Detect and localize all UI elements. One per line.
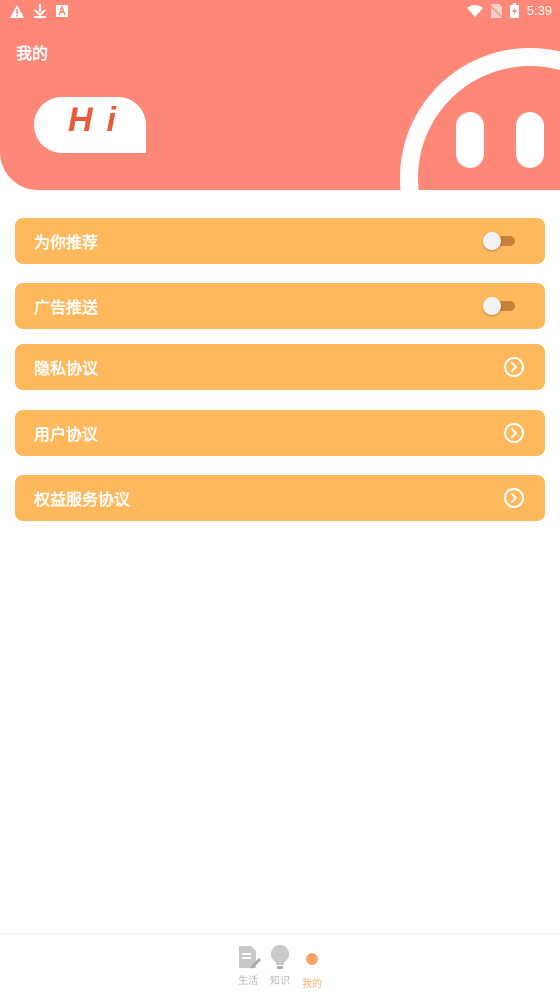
ad-push-toggle[interactable] xyxy=(483,297,517,315)
menu-item-label: 为你推荐 xyxy=(34,233,99,252)
nav-tab-label: 我的 xyxy=(302,979,322,990)
mascot-eye-left xyxy=(456,112,484,168)
status-bar: 5:39 xyxy=(0,0,560,24)
menu-item-label: 隐私协议 xyxy=(34,359,99,378)
menu-item-label: 权益服务协议 xyxy=(34,490,131,509)
lightbulb-icon xyxy=(271,945,289,969)
nav-tab-label: 生活 xyxy=(238,976,258,987)
dot-icon xyxy=(306,953,318,965)
menu-item-label: 用户协议 xyxy=(34,425,99,444)
recommend-toggle[interactable] xyxy=(483,232,517,250)
status-time: 5:39 xyxy=(526,3,552,18)
warning-icon xyxy=(10,4,24,18)
nav-tab-mine[interactable]: 我的 xyxy=(297,944,327,990)
profile-header: 5:39 我的 Hi xyxy=(0,0,560,190)
greeting-bubble: Hi xyxy=(34,97,146,153)
nav-tab-life[interactable]: 生活 xyxy=(233,944,263,987)
bottom-nav: 生活 知识 我的 xyxy=(0,933,560,995)
document-edit-icon xyxy=(239,946,261,969)
download-icon xyxy=(34,4,46,18)
menu-item-benefits-agreement[interactable]: 权益服务协议 xyxy=(15,475,545,521)
mascot-eye-right xyxy=(516,112,544,168)
chevron-right-icon xyxy=(504,488,524,508)
menu-item-recommend[interactable]: 为你推荐 xyxy=(15,218,545,264)
menu-item-user-agreement[interactable]: 用户协议 xyxy=(15,410,545,456)
nav-tab-knowledge[interactable]: 知识 xyxy=(265,944,295,987)
battery-icon xyxy=(509,3,519,18)
wifi-icon xyxy=(466,5,483,17)
menu-item-privacy-policy[interactable]: 隐私协议 xyxy=(15,344,545,390)
greeting-text: Hi xyxy=(68,101,130,139)
chevron-right-icon xyxy=(504,357,524,377)
no-sim-icon xyxy=(490,3,502,18)
chevron-right-icon xyxy=(504,423,524,443)
menu-item-label: 广告推送 xyxy=(34,298,99,317)
font-icon xyxy=(56,5,68,17)
nav-tab-label: 知识 xyxy=(270,976,290,987)
menu-item-ad-push[interactable]: 广告推送 xyxy=(15,283,545,329)
page-title: 我的 xyxy=(16,44,49,63)
